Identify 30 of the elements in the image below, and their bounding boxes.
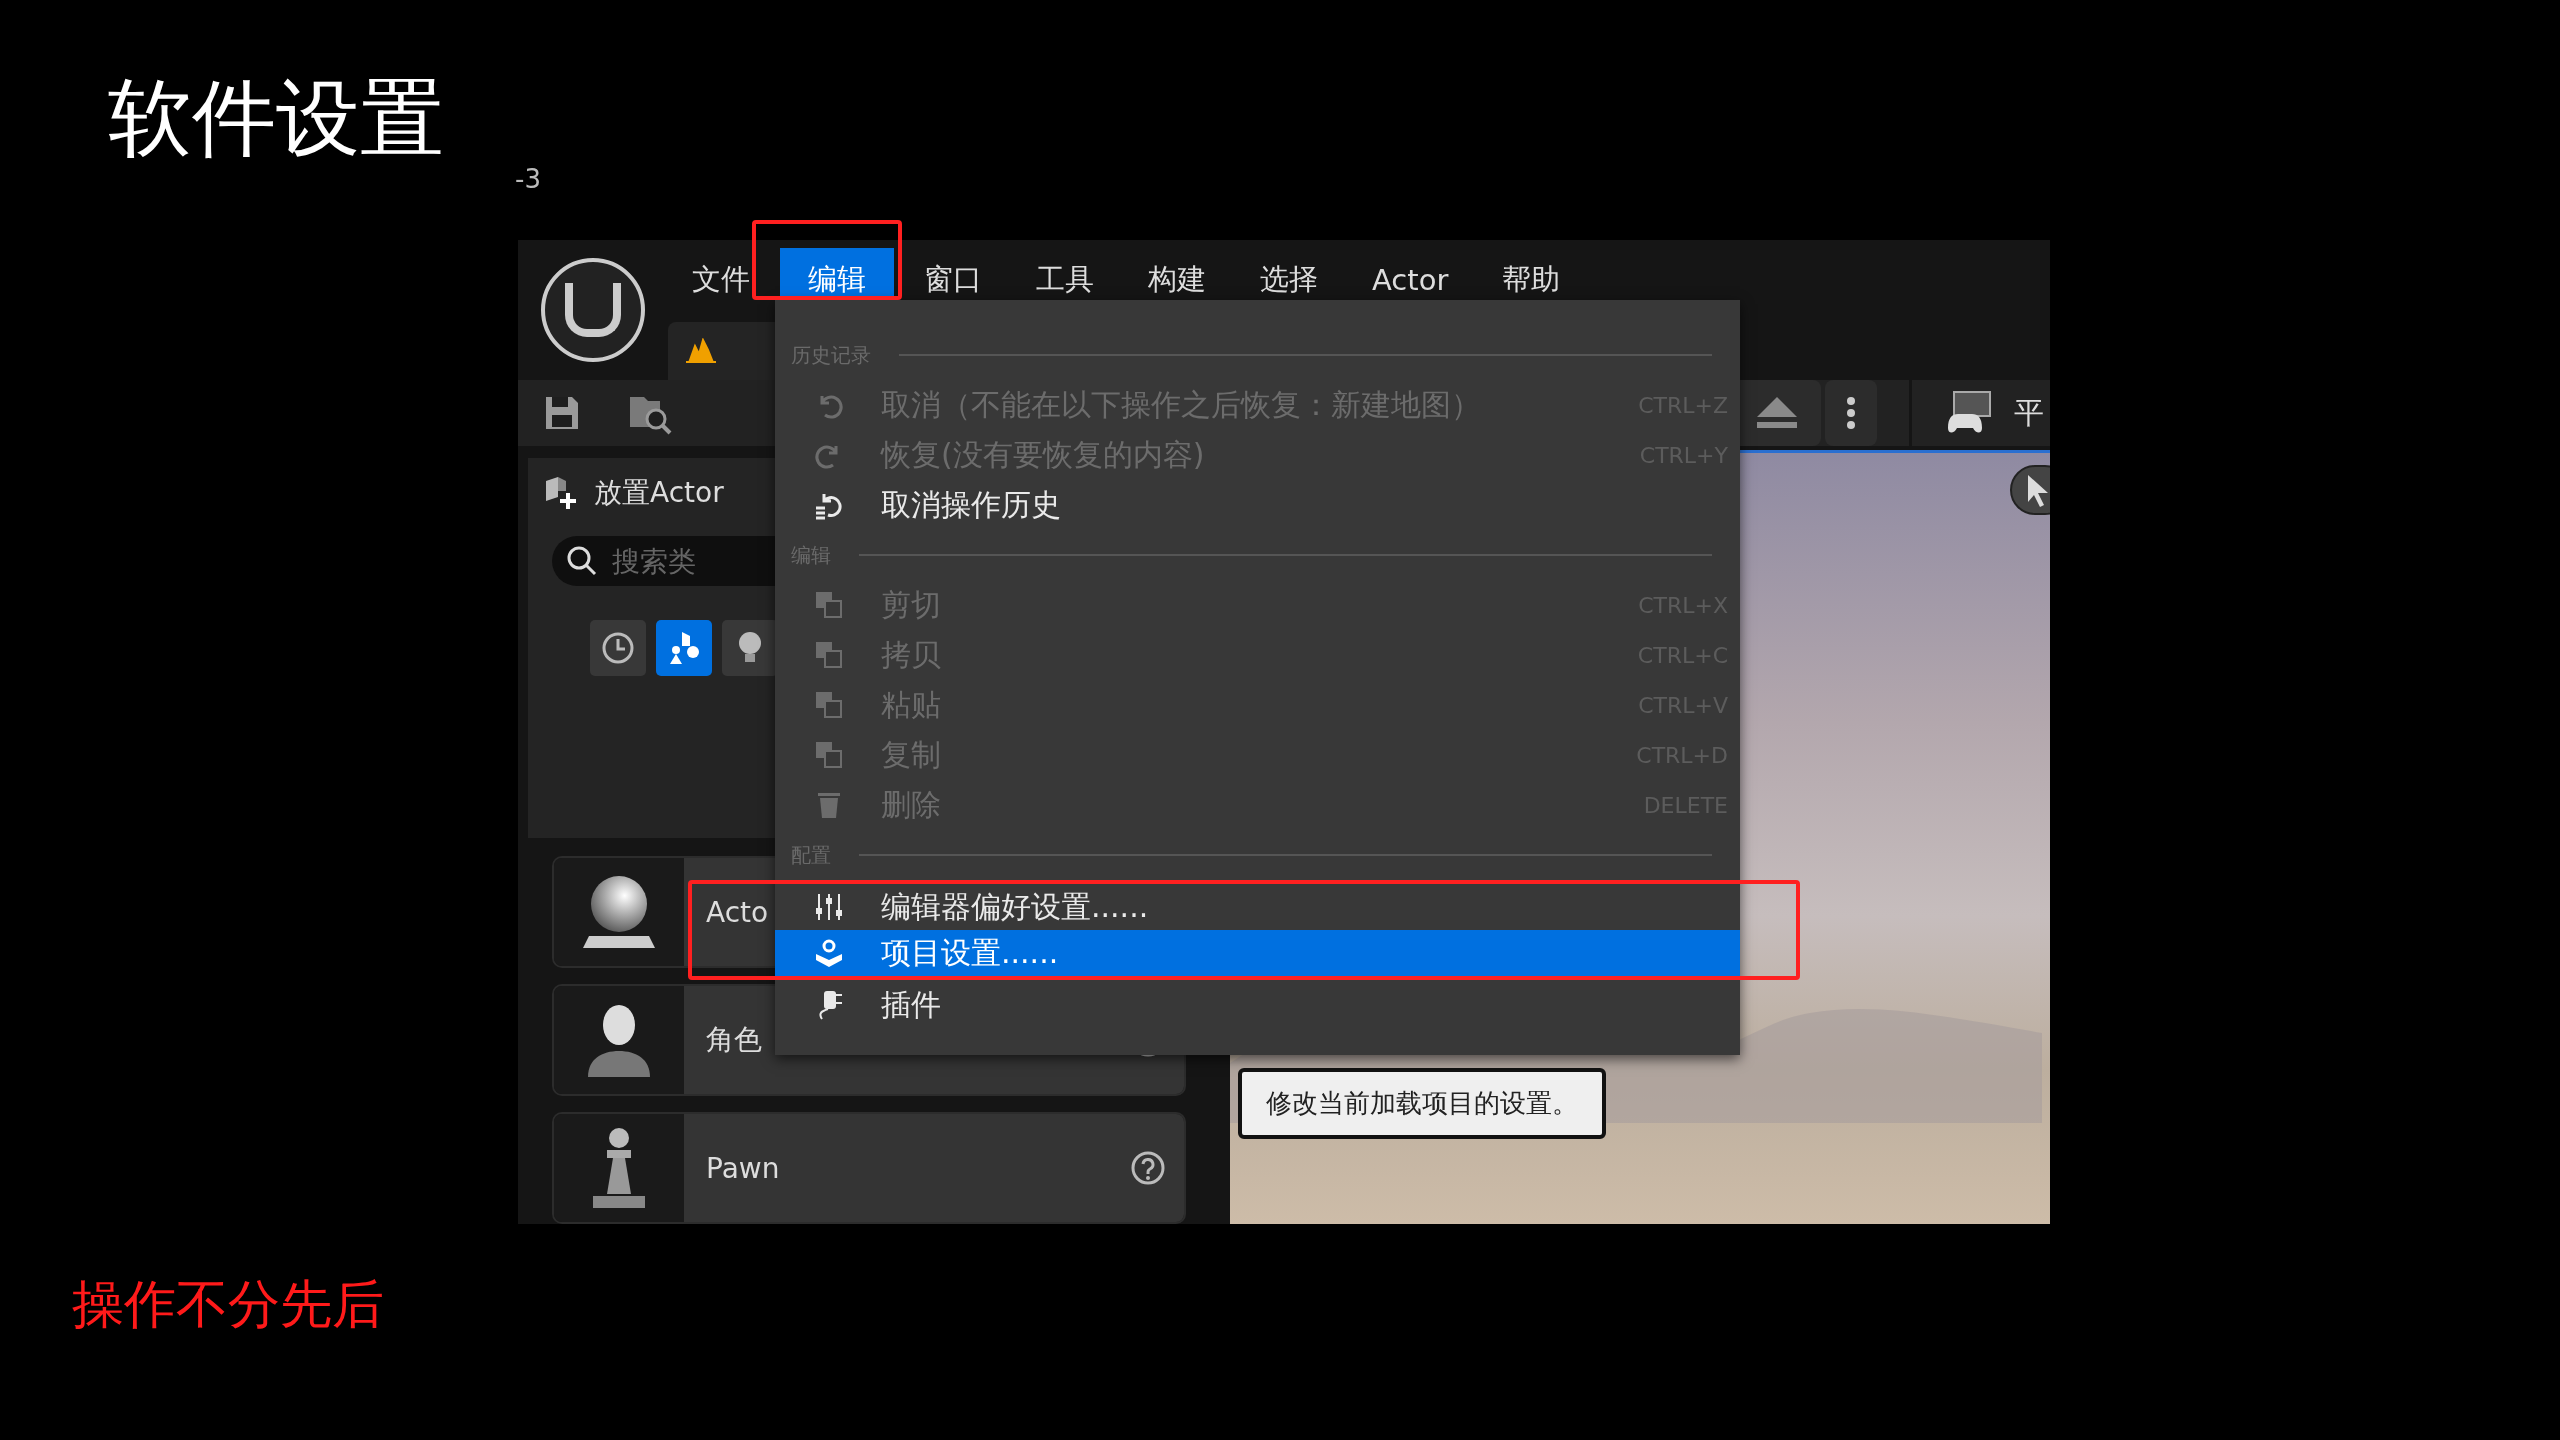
clock-icon: [601, 631, 635, 665]
tooltip: 修改当前加载项目的设置。: [1238, 1068, 1606, 1139]
page-number: -3: [515, 164, 541, 194]
mode-label[interactable]: 平: [2014, 392, 2044, 434]
copy-icon: [814, 690, 844, 720]
filter-button[interactable]: [722, 620, 778, 676]
slide-caption: 操作不分先后: [72, 1273, 384, 1336]
menu-item[interactable]: 文件: [668, 250, 774, 310]
warning-icon: [684, 338, 718, 364]
menu-entry[interactable]: 插件: [775, 980, 1740, 1030]
sliders-icon: [814, 892, 844, 922]
actor-list-item[interactable]: Pawn: [552, 1112, 1186, 1224]
menu-entry[interactable]: 取消操作历史: [775, 480, 1740, 530]
cursor-icon: [2026, 473, 2050, 507]
menu-entry[interactable]: 项目设置......: [775, 930, 1740, 976]
slide-title: 软件设置: [108, 68, 444, 169]
actor-label: Acto: [706, 895, 769, 929]
actor-label: Pawn: [706, 1151, 780, 1185]
panel-title: 放置Actor: [594, 475, 724, 511]
search-icon: [566, 545, 598, 577]
gear-box-icon: [814, 938, 844, 968]
actor-label: 角色: [706, 1022, 762, 1058]
help-icon[interactable]: [1130, 1150, 1166, 1186]
menu-entry[interactable]: 编辑器偏好设置......: [775, 884, 1740, 930]
trash-icon: [816, 790, 842, 820]
copy-icon: [814, 640, 844, 670]
copy-icon: [814, 740, 844, 770]
filter-button[interactable]: [656, 620, 712, 676]
filter-button[interactable]: [590, 620, 646, 676]
copy-icon: [814, 590, 844, 620]
